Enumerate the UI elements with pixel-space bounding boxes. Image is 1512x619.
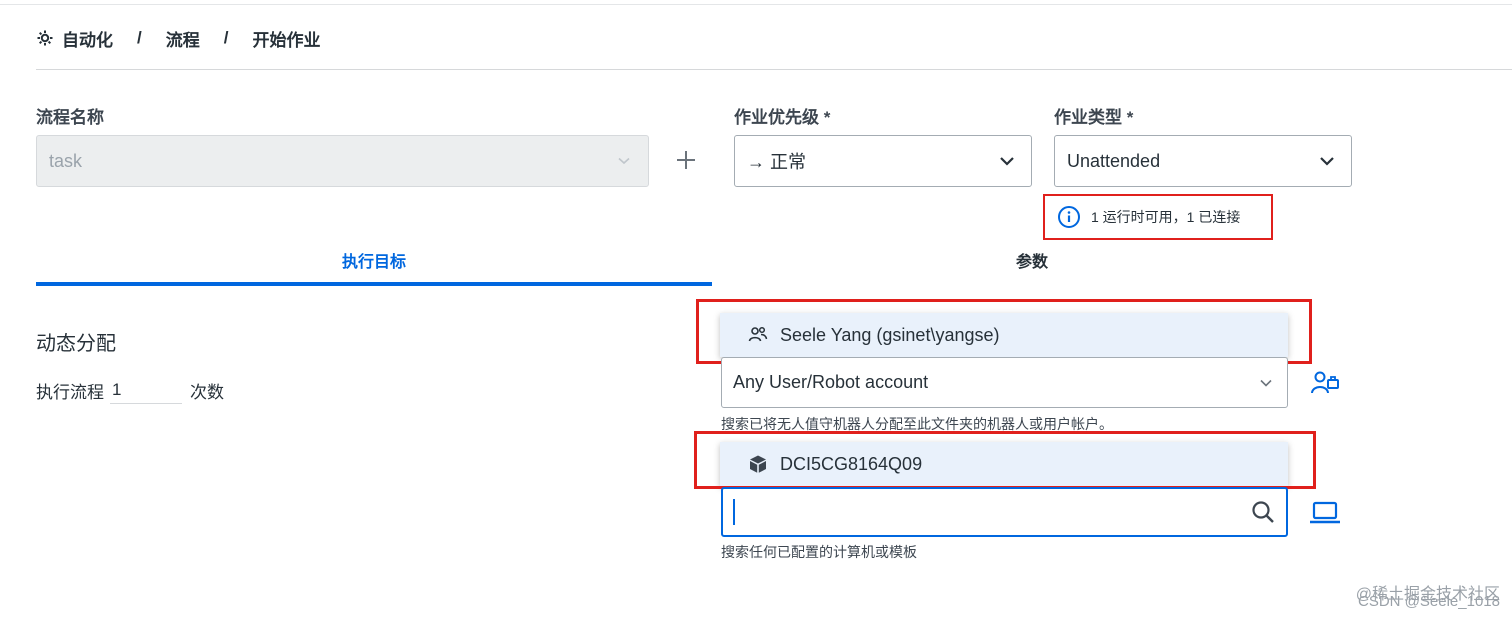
chevron-down-icon — [1000, 157, 1014, 166]
execute-count-row: 执行流程 次数 — [36, 376, 224, 404]
plus-icon — [677, 151, 695, 169]
job-priority-label: 作业优先级 * — [734, 108, 831, 127]
tab-parameters[interactable]: 参数 — [712, 248, 1352, 272]
runtime-info-text: 1 运行时可用，1 已连接 — [1091, 209, 1241, 225]
breadcrumb: 自动化 / 流程 / 开始作业 — [36, 26, 320, 50]
add-process-button[interactable] — [672, 146, 700, 174]
breadcrumb-separator: / — [223, 28, 229, 47]
count-suffix: 次数 — [190, 382, 224, 402]
chevron-down-icon — [1260, 379, 1272, 387]
search-icon[interactable] — [1250, 499, 1276, 525]
execute-count-input[interactable] — [110, 376, 182, 404]
automation-icon — [36, 29, 54, 47]
job-priority-value: → 正常 — [747, 152, 807, 172]
machine-help-text: 搜索任何已配置的计算机或模板 — [721, 544, 917, 560]
runtime-info-box: 1 运行时可用，1 已连接 — [1043, 194, 1273, 240]
breadcrumb-divider — [36, 69, 1512, 70]
top-divider — [0, 4, 1512, 5]
job-type-label: 作业类型 * — [1054, 108, 1134, 127]
execute-label: 执行流程 — [36, 382, 104, 402]
assign-account-button[interactable] — [1309, 369, 1341, 397]
breadcrumb-start-job: 开始作业 — [252, 30, 321, 50]
machine-picker-button[interactable] — [1309, 499, 1341, 527]
process-name-select: task — [36, 135, 649, 187]
process-name-value: task — [49, 150, 83, 171]
breadcrumb-automation[interactable]: 自动化 — [62, 26, 113, 51]
breadcrumb-processes[interactable]: 流程 — [166, 26, 200, 51]
machine-search-input[interactable] — [735, 497, 1286, 527]
user-assign-icon — [1311, 371, 1339, 394]
info-icon — [1058, 206, 1080, 228]
tab-execution-target[interactable]: 执行目标 — [36, 248, 712, 272]
breadcrumb-separator: / — [137, 28, 142, 47]
process-name-label: 流程名称 — [36, 108, 104, 127]
laptop-icon — [1310, 501, 1340, 524]
machine-search-field[interactable] — [721, 487, 1288, 537]
watermark-line2: CSDN @Seele_1018 — [1358, 593, 1500, 610]
account-select[interactable]: Any User/Robot account — [721, 357, 1288, 408]
highlight-frame-account — [696, 299, 1312, 364]
account-select-value: Any User/Robot account — [733, 372, 929, 392]
dynamic-allocation-title: 动态分配 — [36, 333, 116, 355]
chevron-down-icon — [1320, 157, 1334, 166]
active-tab-indicator — [36, 282, 712, 286]
chevron-down-icon — [618, 157, 630, 165]
highlight-frame-machine — [694, 431, 1316, 489]
job-type-select[interactable]: Unattended — [1054, 135, 1352, 187]
job-priority-select[interactable]: → 正常 — [734, 135, 1032, 187]
job-type-value: Unattended — [1067, 150, 1161, 171]
